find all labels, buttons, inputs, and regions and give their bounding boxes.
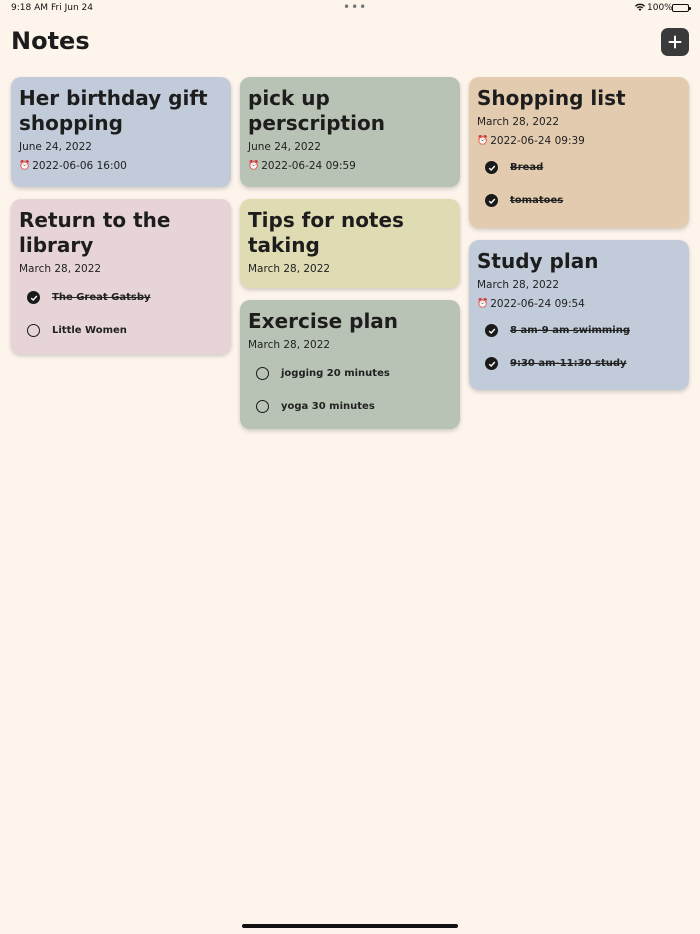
note-reminder: ⏰ 2022-06-06 16:00 bbox=[19, 160, 223, 172]
plus-icon bbox=[668, 35, 682, 49]
reminder-time: 2022-06-24 09:39 bbox=[490, 135, 585, 147]
page-title: Notes bbox=[11, 27, 90, 55]
unchecked-circle-icon[interactable] bbox=[256, 367, 269, 380]
checklist-item[interactable]: The Great Gatsby bbox=[19, 281, 223, 314]
checklist: 8 am-9 am swimming 9:30 am-11:30 study bbox=[477, 314, 681, 380]
note-reminder: ⏰ 2022-06-24 09:59 bbox=[248, 160, 452, 172]
checklist-item-text: yoga 30 minutes bbox=[281, 401, 375, 412]
note-title: Tips for notes taking bbox=[248, 208, 404, 257]
note-title: Shopping list bbox=[477, 86, 626, 110]
note-date: March 28, 2022 bbox=[19, 263, 102, 275]
alarm-clock-icon: ⏰ bbox=[477, 299, 489, 309]
checklist-item-text: 8 am-9 am swimming bbox=[510, 325, 631, 336]
checked-circle-icon[interactable] bbox=[485, 194, 498, 207]
note-date: June 24, 2022 bbox=[248, 141, 321, 153]
checklist-item[interactable]: Bread bbox=[477, 151, 681, 184]
note-date: March 28, 2022 bbox=[248, 263, 331, 275]
multitasking-dots-icon[interactable]: ••• bbox=[343, 0, 367, 14]
note-title: Study plan bbox=[477, 249, 599, 273]
checklist-item[interactable]: 8 am-9 am swimming bbox=[477, 314, 681, 347]
checked-circle-icon[interactable] bbox=[485, 324, 498, 337]
status-time: 9:18 AM bbox=[11, 3, 48, 13]
alarm-clock-icon: ⏰ bbox=[248, 161, 260, 171]
home-indicator[interactable] bbox=[242, 924, 458, 928]
note-card[interactable]: Return to the library March 28, 2022 The… bbox=[11, 199, 231, 354]
note-title: pick up perscription bbox=[248, 86, 385, 135]
checked-circle-icon[interactable] bbox=[27, 291, 40, 304]
note-date: March 28, 2022 bbox=[477, 279, 560, 291]
checklist-item[interactable]: Little Women bbox=[19, 314, 223, 347]
checklist-item-text: tomatoes bbox=[510, 195, 564, 206]
checklist-item[interactable]: 9:30 am-11:30 study bbox=[477, 347, 681, 380]
note-card[interactable]: Her birthday gift shopping June 24, 2022… bbox=[11, 77, 231, 187]
unchecked-circle-icon[interactable] bbox=[27, 324, 40, 337]
checklist-item-text: Bread bbox=[510, 162, 544, 173]
status-date: Fri Jun 24 bbox=[51, 3, 93, 13]
note-title: Her birthday gift shopping bbox=[19, 86, 208, 135]
add-note-button[interactable] bbox=[661, 28, 689, 56]
note-date: June 24, 2022 bbox=[19, 141, 92, 153]
reminder-time: 2022-06-24 09:59 bbox=[261, 160, 356, 172]
checklist: jogging 20 minutes yoga 30 minutes bbox=[248, 357, 452, 423]
note-reminder: ⏰ 2022-06-24 09:39 bbox=[477, 135, 681, 147]
checklist-item[interactable]: yoga 30 minutes bbox=[248, 390, 452, 423]
checklist-item[interactable]: tomatoes bbox=[477, 184, 681, 217]
note-card[interactable]: Tips for notes taking March 28, 2022 bbox=[240, 199, 460, 288]
reminder-time: 2022-06-06 16:00 bbox=[32, 160, 127, 172]
note-date: March 28, 2022 bbox=[477, 116, 560, 128]
checklist-item-text: 9:30 am-11:30 study bbox=[510, 358, 627, 369]
wifi-icon bbox=[635, 3, 645, 11]
alarm-clock-icon: ⏰ bbox=[19, 161, 31, 171]
battery-percent: 100% bbox=[647, 3, 673, 13]
checked-circle-icon[interactable] bbox=[485, 161, 498, 174]
note-card[interactable]: pick up perscription June 24, 2022 ⏰ 202… bbox=[240, 77, 460, 187]
note-title: Exercise plan bbox=[248, 309, 399, 333]
note-reminder: ⏰ 2022-06-24 09:54 bbox=[477, 298, 681, 310]
note-card[interactable]: Exercise plan March 28, 2022 jogging 20 … bbox=[240, 300, 460, 429]
checklist-item-text: jogging 20 minutes bbox=[281, 368, 390, 379]
checklist: Bread tomatoes bbox=[477, 151, 681, 217]
note-title: Return to the library bbox=[19, 208, 171, 257]
reminder-time: 2022-06-24 09:54 bbox=[490, 298, 585, 310]
status-bar: 9:18 AM Fri Jun 24 ••• 100% bbox=[0, 0, 700, 18]
checklist-item-text: The Great Gatsby bbox=[52, 292, 151, 303]
checklist-item[interactable]: jogging 20 minutes bbox=[248, 357, 452, 390]
note-card[interactable]: Shopping list March 28, 2022 ⏰ 2022-06-2… bbox=[469, 77, 689, 228]
checklist: The Great Gatsby Little Women bbox=[19, 281, 223, 347]
alarm-clock-icon: ⏰ bbox=[477, 136, 489, 146]
battery-icon bbox=[672, 4, 691, 12]
note-card[interactable]: Study plan March 28, 2022 ⏰ 2022-06-24 0… bbox=[469, 240, 689, 390]
checklist-item-text: Little Women bbox=[52, 325, 127, 336]
checked-circle-icon[interactable] bbox=[485, 357, 498, 370]
note-date: March 28, 2022 bbox=[248, 339, 331, 351]
unchecked-circle-icon[interactable] bbox=[256, 400, 269, 413]
